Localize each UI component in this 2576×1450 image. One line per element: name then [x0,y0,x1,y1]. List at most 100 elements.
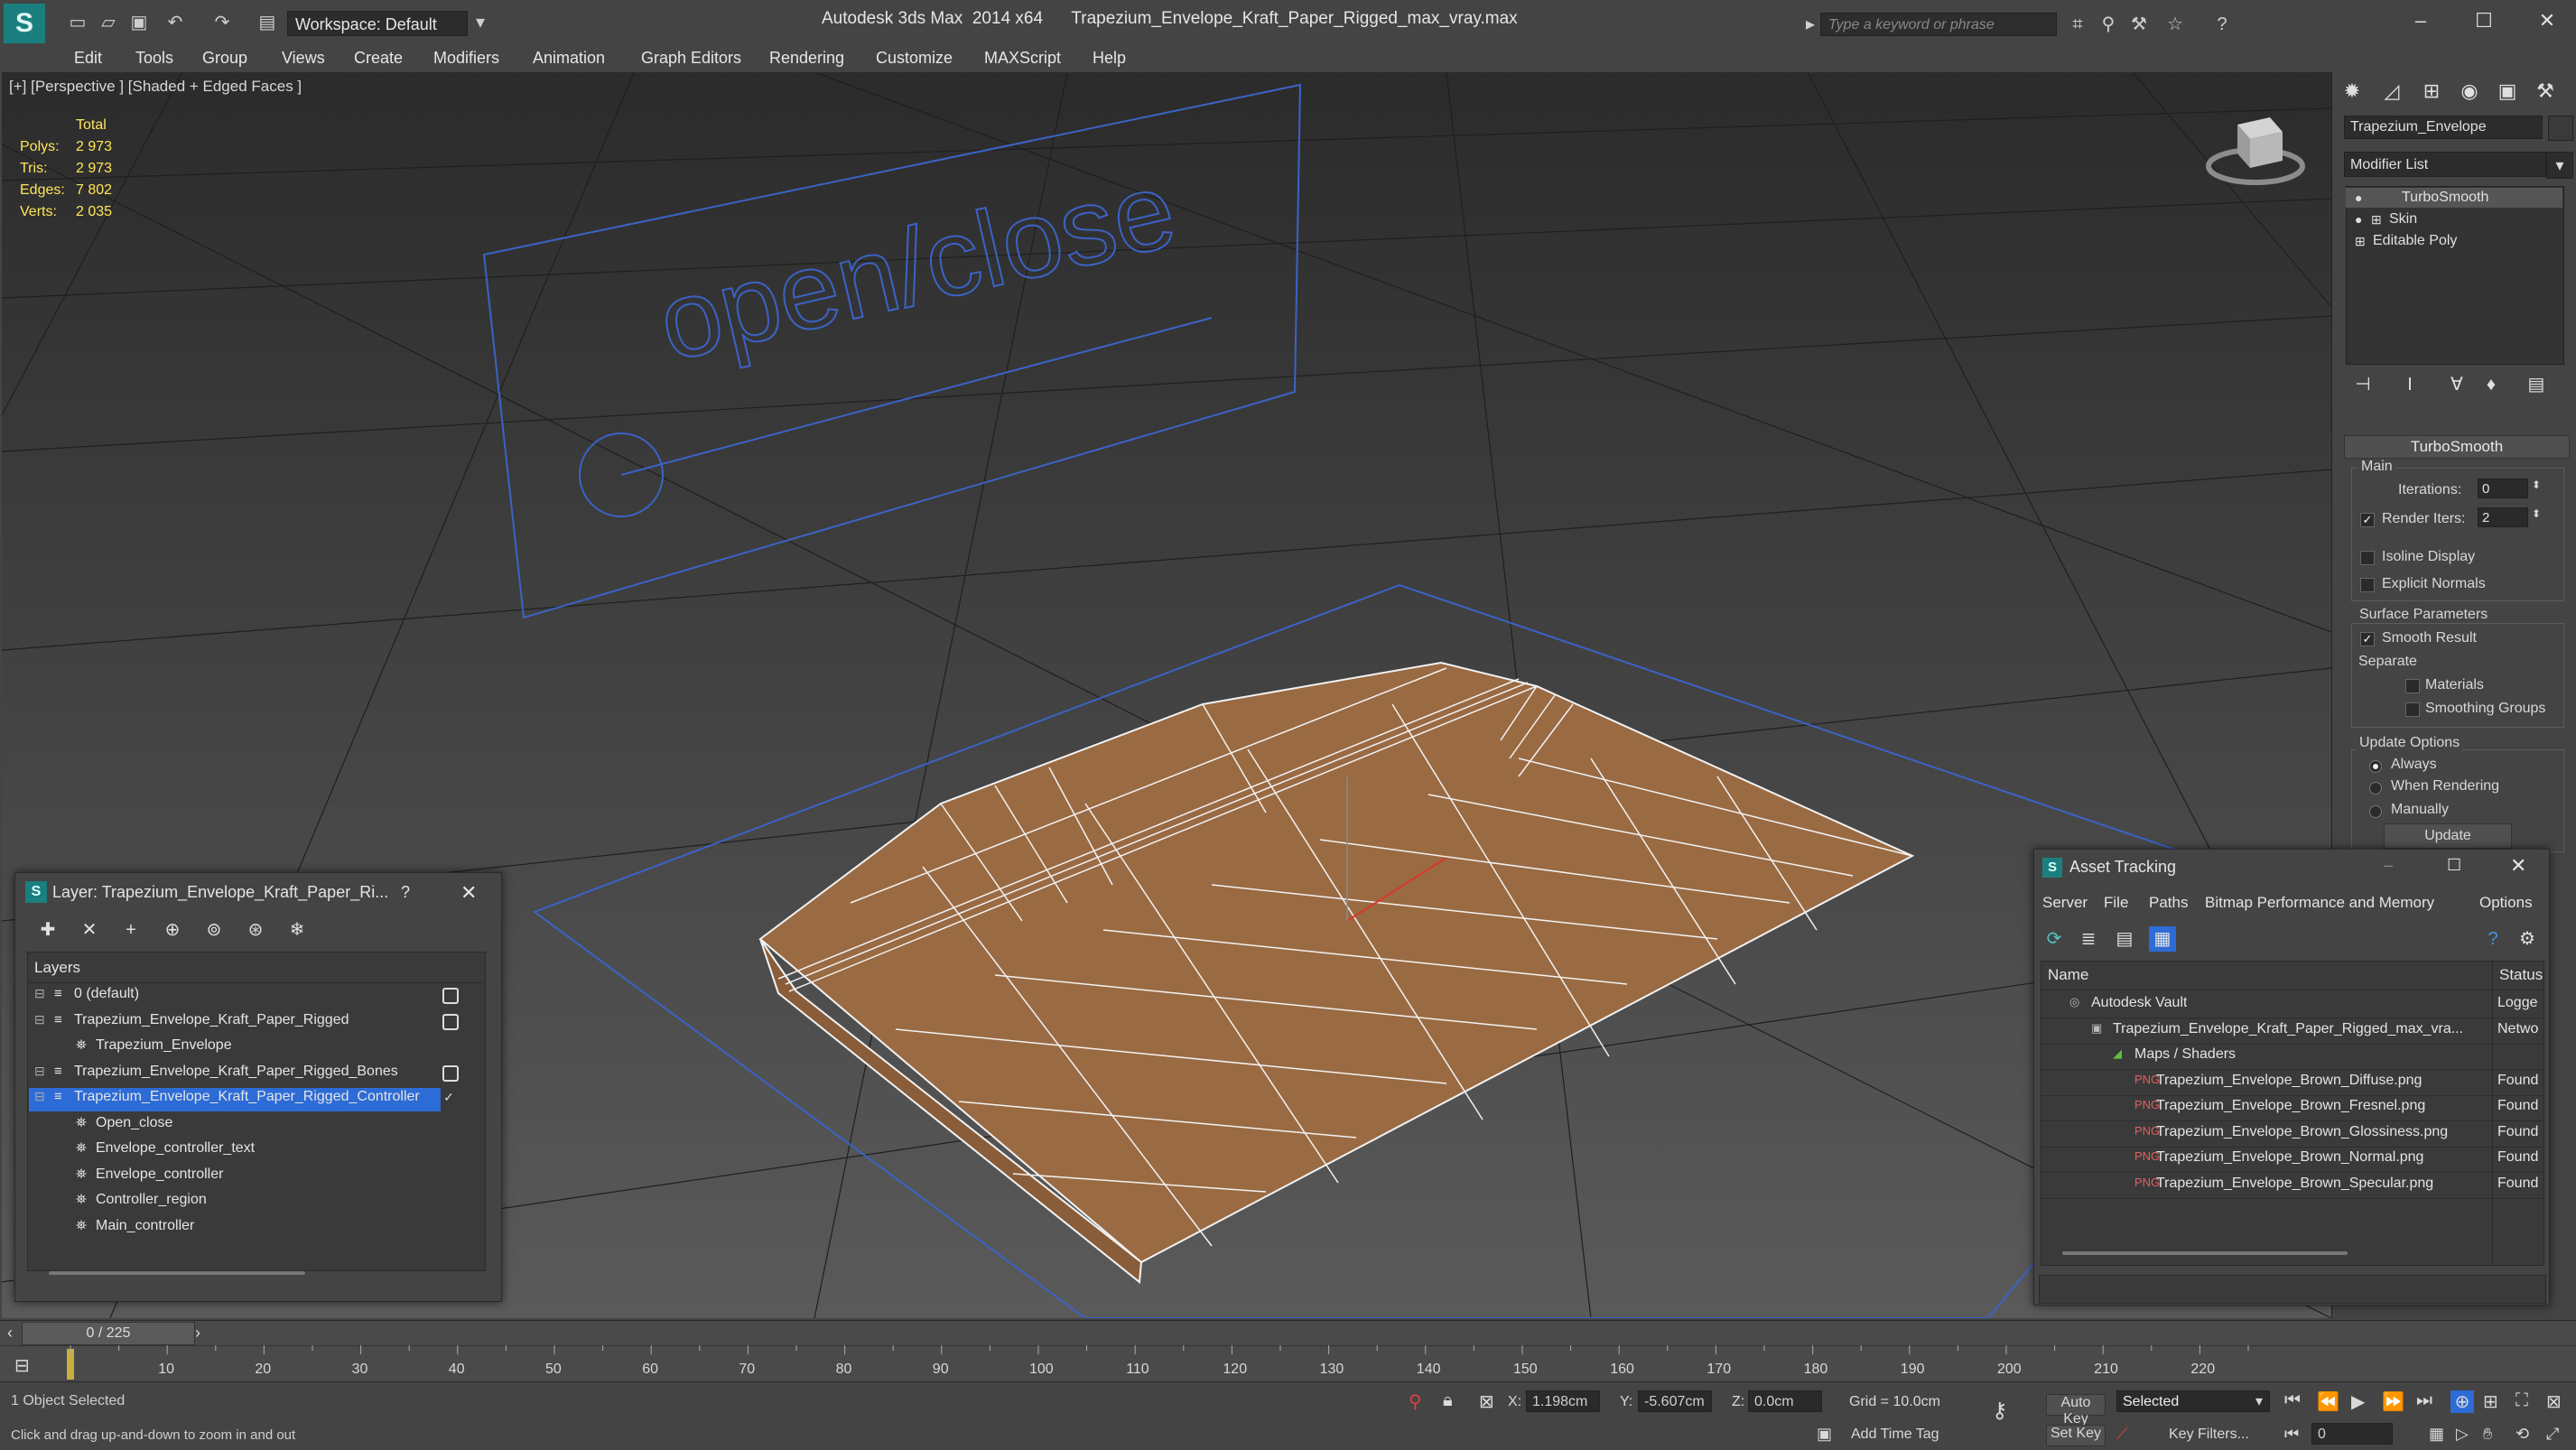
status-column-header[interactable]: Status [2499,966,2543,984]
menu-customize[interactable]: Customize [876,45,953,70]
menu-graph-editors[interactable]: Graph Editors [641,45,741,70]
motion-tab-icon[interactable]: ◉ [2454,78,2485,105]
menu-views[interactable]: Views [282,45,325,70]
help-icon[interactable]: ? [401,883,410,902]
menu-animation[interactable]: Animation [533,45,605,70]
close-icon[interactable]: ✕ [2525,7,2570,34]
time-slider[interactable] [0,1320,2576,1346]
horizontal-scrollbar[interactable] [49,1271,305,1275]
time-slider-thumb[interactable]: 0 / 225 [22,1322,195,1345]
field-of-view-icon[interactable]: ▷ [2456,1425,2469,1444]
current-frame-field[interactable]: 0 [2311,1423,2393,1445]
update-button[interactable]: Update [2384,823,2512,849]
app-logo-icon[interactable]: S [4,4,45,43]
menu-maxscript[interactable]: MAXScript [984,45,1061,70]
thumbnail-view-icon[interactable]: ▤ [2111,926,2138,952]
viewcube-icon[interactable] [2206,117,2305,185]
stack-item-editable-poly[interactable]: Editable Poly [2373,231,2457,251]
asset-row-name[interactable]: Trapezium_Envelope_Brown_Specular.png [2156,1176,2433,1192]
asset-row-name[interactable]: Trapezium_Envelope_Brown_Normal.png [2156,1149,2423,1166]
pan-view-icon[interactable]: ✋︎ [2483,1425,2492,1444]
communication-icon[interactable]: ⚒ [2125,13,2153,36]
table-view-icon[interactable]: ▦ [2149,926,2176,952]
when-rendering-radio[interactable] [2369,782,2382,795]
menu-help[interactable]: Help [1093,45,1126,70]
lock-selection-icon[interactable]: 🔒︎ [1443,1390,1453,1411]
expand-toggle-icon[interactable]: ⊟ [34,1012,45,1027]
dropdown-arrow-icon[interactable]: ▾ [2255,1392,2263,1410]
goto-start-icon[interactable]: ⏮ [2284,1390,2301,1411]
object-color-swatch[interactable] [2548,116,2573,141]
explicit-normals-checkbox[interactable] [2360,578,2375,592]
layer-visibility-checkbox[interactable] [442,1064,459,1082]
asset-row-name[interactable]: Trapezium_Envelope_Brown_Diffuse.png [2156,1073,2422,1089]
layer-visibility-checkbox[interactable] [442,988,459,1004]
object-row[interactable]: Controller_region [96,1192,207,1208]
menu-rendering[interactable]: Rendering [769,45,844,70]
hierarchy-tab-icon[interactable]: ⊞ [2416,78,2447,105]
save-icon[interactable]: ▣ [126,11,152,34]
menu-modifiers[interactable]: Modifiers [433,45,499,70]
modifier-list-dropdown[interactable]: Modifier List [2344,152,2546,177]
current-layer-checkmark-icon[interactable]: ✓ [442,1091,455,1103]
remove-modifier-icon[interactable]: ♦ [2478,372,2505,397]
open-file-icon[interactable]: ▱ [96,11,121,34]
layer-row[interactable]: 0 (default) [74,986,139,1002]
make-unique-icon[interactable]: ∀ [2443,372,2470,397]
asset-menu-options[interactable]: Options [2479,894,2533,912]
binoculars-icon[interactable]: ⌗ [2064,13,2091,36]
prev-key-icon[interactable]: ⏪ [2317,1390,2339,1413]
isoline-display-checkbox[interactable] [2360,551,2375,565]
minimize-icon[interactable]: – [2398,7,2443,34]
freeze-all-layers-icon[interactable]: ❄ [284,917,311,943]
render-iters-spinner[interactable]: 2 [2478,507,2528,527]
key-icon[interactable]: ⚷ [1992,1398,2008,1424]
layer-row[interactable]: Trapezium_Envelope_Kraft_Paper_Rigged_Bo… [74,1064,398,1080]
asset-row-name[interactable]: Maps / Shaders [2134,1046,2236,1063]
key-filters-button[interactable]: Key Filters... [2169,1427,2249,1443]
set-key-filters-icon[interactable]: ⟋ [2116,1425,2128,1444]
asset-row-name[interactable]: Autodesk Vault [2091,995,2187,1011]
maximize-icon[interactable]: ☐ [2461,7,2506,34]
new-file-icon[interactable]: ▭ [65,11,90,34]
layer-row[interactable]: Trapezium_Envelope_Kraft_Paper_Rigged [74,1012,349,1028]
maximize-viewport-icon[interactable]: ⤢ [2546,1425,2559,1444]
modify-tab-icon[interactable]: ◿ [2376,78,2407,105]
display-tab-icon[interactable]: ▣ [2492,78,2523,105]
create-layer-icon[interactable]: ✚ [34,917,61,943]
smooth-result-checkbox[interactable]: ✓ [2360,632,2375,646]
layer-visibility-checkbox[interactable] [442,1013,459,1030]
asset-row-name[interactable]: Trapezium_Envelope_Kraft_Paper_Rigged_ma… [2113,1021,2463,1037]
smoothing-groups-checkbox[interactable] [2405,702,2420,717]
isolate-selection-icon[interactable]: ⚲ [1409,1390,1422,1413]
close-icon[interactable]: ✕ [460,881,477,905]
horizontal-scrollbar[interactable] [2062,1251,2348,1255]
expand-plus-icon[interactable]: ⊞ [2371,209,2382,229]
expand-plus-icon[interactable]: ⊞ [2355,231,2366,251]
list-view-icon[interactable]: ≣ [2075,926,2102,952]
asset-menu-file[interactable]: File [2104,894,2128,912]
absolute-mode-icon[interactable]: ⊠ [1479,1390,1494,1413]
search-input[interactable]: Type a keyword or phrase [1820,13,2057,36]
expand-toggle-icon[interactable]: ⊟ [34,1089,45,1104]
zoom-extents-all-icon[interactable]: ⊠ [2546,1390,2562,1413]
add-time-tag[interactable]: Add Time Tag [1851,1427,1939,1443]
key-mode-toggle-icon[interactable]: ⏮ [2284,1425,2299,1444]
asset-row-name[interactable]: Trapezium_Envelope_Brown_Glossiness.png [2156,1124,2448,1140]
subscription-icon[interactable]: ⚲ [2095,13,2122,36]
z-coordinate-field[interactable]: 0.0cm [1748,1390,1822,1412]
redo-icon[interactable]: ↷ [209,11,235,34]
expand-toggle-icon[interactable]: ⊟ [34,986,45,1001]
always-radio[interactable] [2369,760,2382,773]
name-column-header[interactable]: Name [2048,966,2088,984]
modifier-list-arrow-icon[interactable]: ▾ [2546,152,2573,179]
asset-menu-server[interactable]: Server [2042,894,2088,912]
turbosmooth-rollout-header[interactable]: TurboSmooth [2344,435,2570,459]
add-to-layer-icon[interactable]: + [117,917,144,943]
lightbulb-icon[interactable]: ● [2355,209,2362,229]
y-coordinate-field[interactable]: -5.607cm [1638,1390,1712,1412]
maximize-icon[interactable]: ☐ [2447,856,2461,875]
undo-icon[interactable]: ↶ [163,11,188,34]
next-frame-icon[interactable]: › [195,1324,200,1343]
object-row[interactable]: Main_controller [96,1218,194,1234]
